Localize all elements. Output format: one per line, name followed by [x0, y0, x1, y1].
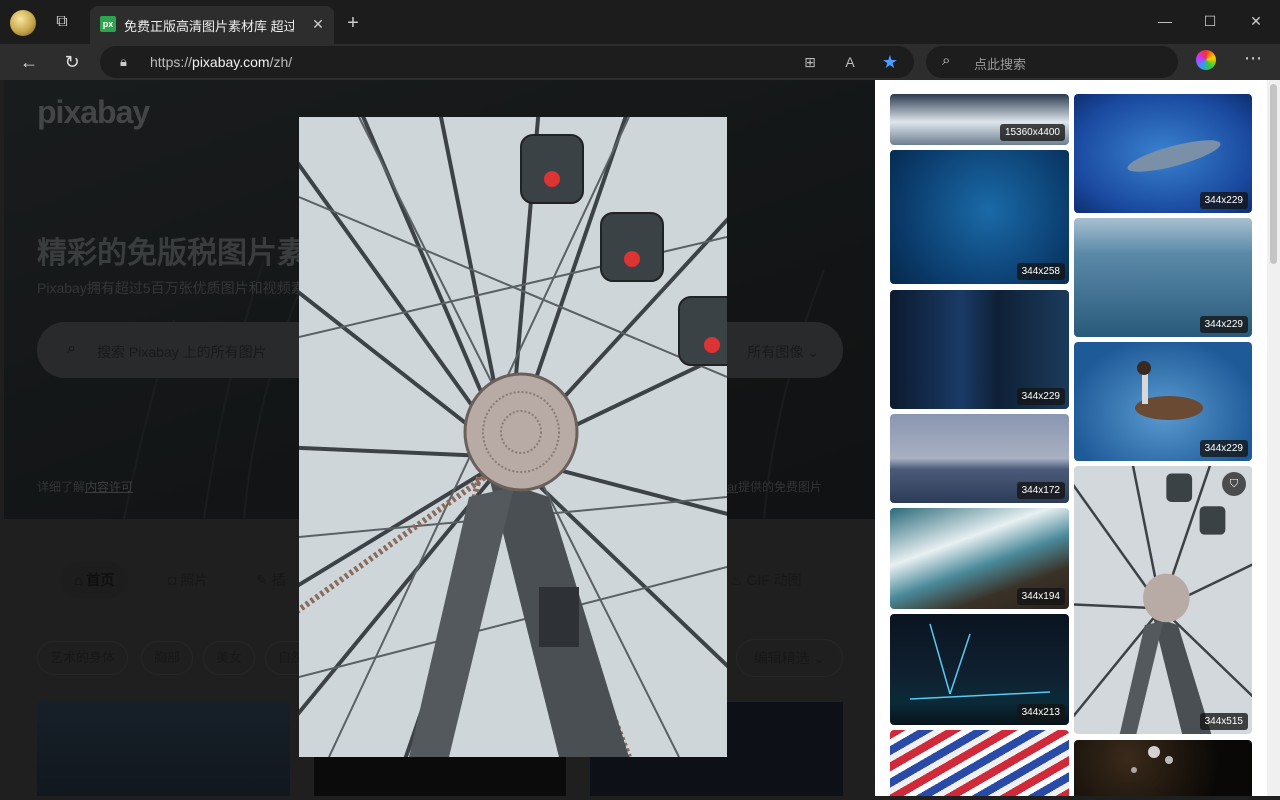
- thumbnail-size-label: 344x229: [1016, 388, 1065, 405]
- minimize-icon[interactable]: —: [1150, 8, 1180, 34]
- tab-close-icon[interactable]: ✕: [308, 14, 328, 34]
- search-icon: ⌕: [942, 52, 951, 69]
- title-bar: ⧉ px 免费正版高清图片素材库 超过5百 ✕ + — ☐ ✕: [0, 0, 1280, 44]
- thumbnail-diver[interactable]: 344x258: [890, 150, 1069, 284]
- thumbnail-size-label: 344x172: [1016, 482, 1065, 499]
- thumbnail-bridge-night[interactable]: 344x213: [890, 614, 1069, 725]
- thumbnail-abstract-waves[interactable]: [890, 730, 1069, 796]
- thumbnail-size-label: 344x229: [1199, 192, 1248, 209]
- maximize-icon[interactable]: ☐: [1195, 8, 1225, 34]
- extension-icon[interactable]: [1196, 50, 1216, 70]
- thumbnail-rocks-surf[interactable]: 344x194: [890, 508, 1069, 609]
- preview-photo[interactable]: [299, 117, 727, 757]
- thumbnail-size-label: 344x515: [1199, 713, 1248, 730]
- favorite-star-icon[interactable]: ★: [880, 52, 900, 72]
- profile-avatar[interactable]: [10, 10, 36, 36]
- navigation-bar: ← ↻ 🔒︎ https://pixabay.com/zh/ ⊞ A ★ ⌕ 点…: [0, 44, 1280, 80]
- ferris-wheel-thumb-image: [1074, 466, 1252, 734]
- url-text[interactable]: https://pixabay.com/zh/: [150, 54, 292, 70]
- thumbnail-waves[interactable]: 15360x4400: [890, 94, 1069, 145]
- thumbnail-owl[interactable]: 344x229: [890, 290, 1069, 409]
- panel-scrollbar[interactable]: [1267, 80, 1280, 796]
- pixabay-favicon-icon: px: [100, 16, 116, 32]
- browser-search-box[interactable]: ⌕ 点此搜索: [926, 46, 1178, 78]
- address-bar[interactable]: 🔒︎ https://pixabay.com/zh/ ⊞ A ★: [100, 46, 914, 78]
- scrollbar-thumb[interactable]: [1270, 84, 1277, 264]
- related-images-panel: 15360x4400 344x258 344x229 344x172 344x1…: [875, 80, 1267, 796]
- back-arrow-icon[interactable]: ←: [15, 48, 43, 76]
- thumbnail-size-label: 344x229: [1199, 440, 1248, 457]
- thumbnail-size-label: 344x213: [1016, 704, 1065, 721]
- thumbnail-ferris-wheel[interactable]: ⛉ 344x515: [1074, 466, 1252, 734]
- browser-search-placeholder: 点此搜索: [974, 57, 1027, 72]
- bookmark-icon[interactable]: ⛉: [1222, 472, 1246, 496]
- new-tab-button[interactable]: +: [342, 12, 364, 34]
- thumbnail-grebe[interactable]: 344x229: [1074, 342, 1252, 461]
- read-aloud-icon[interactable]: A: [840, 52, 860, 72]
- apps-icon[interactable]: ⊞: [800, 52, 820, 72]
- active-tab[interactable]: px 免费正版高清图片素材库 超过5百 ✕: [90, 6, 334, 44]
- thumbnail-bokeh[interactable]: [1074, 740, 1252, 796]
- thumbnail-size-label: 344x229: [1199, 316, 1248, 333]
- thumbnail-size-label: 344x258: [1016, 263, 1065, 280]
- thumbnail-boats[interactable]: 344x229: [1074, 218, 1252, 337]
- tab-actions-icon[interactable]: ⧉: [52, 12, 72, 32]
- thumbnail-size-label: 344x194: [1016, 588, 1065, 605]
- refresh-icon[interactable]: ↻: [58, 48, 86, 76]
- lock-icon: 🔒︎: [120, 54, 127, 69]
- tab-title: 免费正版高清图片素材库 超过5百: [124, 19, 294, 34]
- thumbnail-dolphin[interactable]: 344x229: [1074, 94, 1252, 213]
- thumbnail-size-label: 15360x4400: [999, 124, 1065, 141]
- more-options-icon[interactable]: ⋯: [1244, 48, 1262, 69]
- bokeh-shape: [1131, 746, 1173, 773]
- ferris-wheel-image: [299, 117, 727, 757]
- thumbnail-sea-dusk[interactable]: 344x172: [890, 414, 1069, 503]
- close-window-icon[interactable]: ✕: [1241, 8, 1271, 34]
